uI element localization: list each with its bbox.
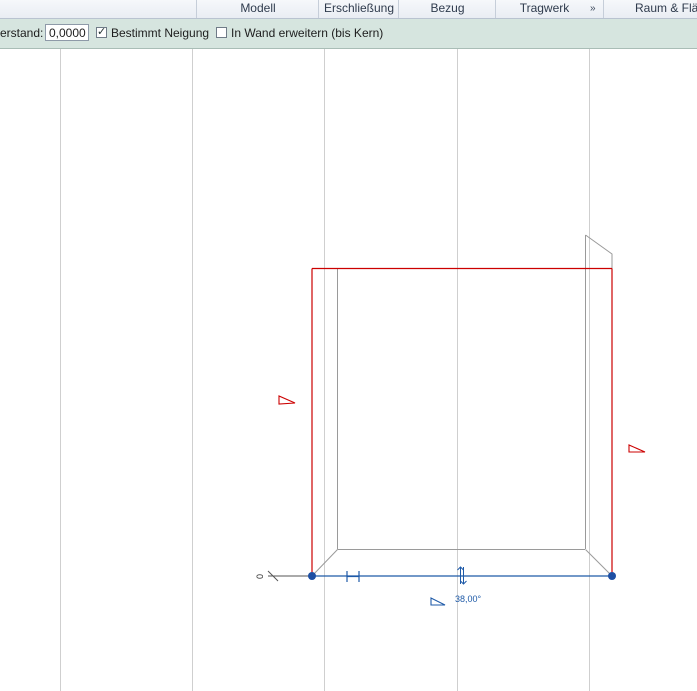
tab-label: Tragwerk [519,1,570,15]
grid-lines [60,49,590,691]
extend-into-wall-label: In Wand erweitern (bis Kern) [231,26,384,40]
tab-label: Modell [240,1,276,15]
extend-into-wall-checkbox[interactable] [216,27,227,38]
endpoint-grip-left[interactable] [308,572,316,580]
sketch-lines[interactable] [311,267,613,577]
tab-erschliessung[interactable]: Erschließung [318,0,399,18]
ribbon-tab-bar: Modell Erschließung Bezug Tragwerk » Rau… [0,0,697,19]
ribbon-overflow-icon[interactable]: » [590,0,602,18]
tab-label: Erschließung [323,1,395,15]
slope-angle-label[interactable]: 38,00° [455,594,482,604]
endpoint-grip-right[interactable] [608,572,616,580]
zero-marker: 0 [255,574,265,579]
overhang-input[interactable]: 0,0000 [45,24,89,41]
tab-bezug[interactable]: Bezug [398,0,496,18]
length-dimension-icon[interactable] [346,571,360,582]
drawing-canvas[interactable]: 0 38,00° [0,49,697,691]
overhang-label: erstand: [0,26,44,40]
tab-label: Bezug [430,1,465,15]
slope-triangle-icon[interactable] [430,597,446,606]
tab-raum-flaeche[interactable]: Raum & Flä [603,0,697,18]
tab-tragwerk[interactable]: Tragwerk [495,0,593,18]
slope-defining-icon-right[interactable] [628,444,646,453]
tab-modell[interactable]: Modell [196,0,319,18]
options-bar: erstand: 0,0000 ✓ Bestimmt Neigung In Wa… [0,19,697,49]
defines-slope-checkbox[interactable]: ✓ [96,26,107,38]
check-icon: ✓ [97,26,107,38]
roof-model-lines [311,234,613,577]
defines-slope-label: Bestimmt Neigung [111,26,210,40]
slope-defining-icon-left[interactable] [278,395,296,405]
tab-label: Raum & Flä [635,1,697,15]
